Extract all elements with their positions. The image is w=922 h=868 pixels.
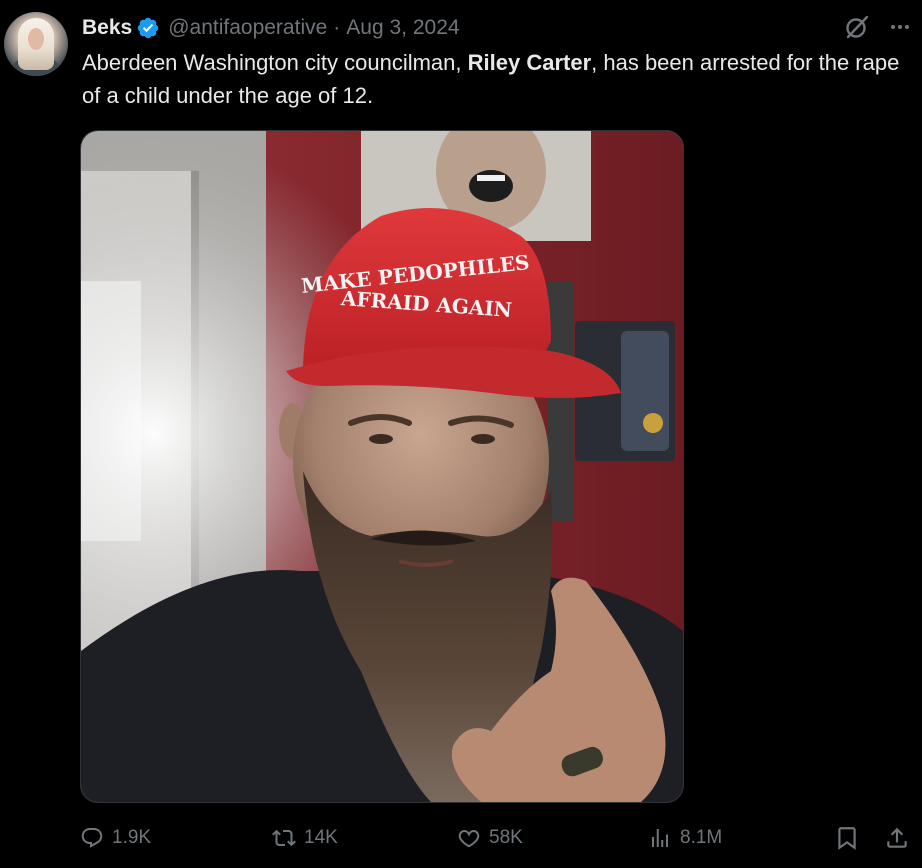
tweet-header: Beks @antifaoperative · Aug 3, 2024	[82, 13, 460, 43]
tweet-photo[interactable]: MAKE PEDOPHILES AFRAID AGAIN	[80, 130, 684, 803]
bookmark-icon	[838, 827, 856, 850]
tweet-text-part1: Aberdeen Washington city councilman,	[82, 50, 468, 75]
views-count: 8.1M	[680, 827, 723, 848]
more-icon[interactable]	[888, 15, 912, 44]
share-button[interactable]	[884, 818, 918, 858]
tweet-text: Aberdeen Washington city councilman, Ril…	[82, 46, 912, 112]
tweet-date[interactable]: Aug 3, 2024	[346, 16, 459, 40]
bookmark-button[interactable]	[834, 818, 868, 858]
author-name[interactable]: Beks	[82, 16, 132, 40]
author-handle[interactable]: @antifaoperative	[168, 16, 327, 40]
grok-icon[interactable]	[844, 14, 870, 45]
reply-count: 1.9K	[112, 827, 152, 848]
share-icon	[887, 827, 907, 848]
avatar-face	[28, 28, 44, 50]
repost-button[interactable]: 14K	[272, 818, 338, 858]
reply-button[interactable]: 1.9K	[80, 818, 151, 858]
views-chart-icon	[652, 829, 668, 847]
avatar[interactable]	[4, 12, 68, 76]
like-count: 58K	[489, 827, 523, 848]
like-button[interactable]: 58K	[457, 818, 523, 858]
tweet-text-bold-name: Riley Carter	[467, 50, 592, 75]
verified-badge-icon[interactable]	[136, 16, 160, 40]
heart-icon	[458, 829, 480, 848]
retweet-icon	[272, 829, 296, 847]
header-actions	[844, 14, 912, 45]
repost-count: 14K	[304, 827, 338, 848]
reply-icon	[81, 828, 103, 848]
tweet-actions: 1.9K 14K 58K 8.1M	[80, 818, 910, 858]
tweet[interactable]: Beks @antifaoperative · Aug 3, 2024 Aber	[0, 0, 922, 868]
header-separator: ·	[333, 16, 341, 39]
views-button[interactable]: 8.1M	[648, 818, 722, 858]
